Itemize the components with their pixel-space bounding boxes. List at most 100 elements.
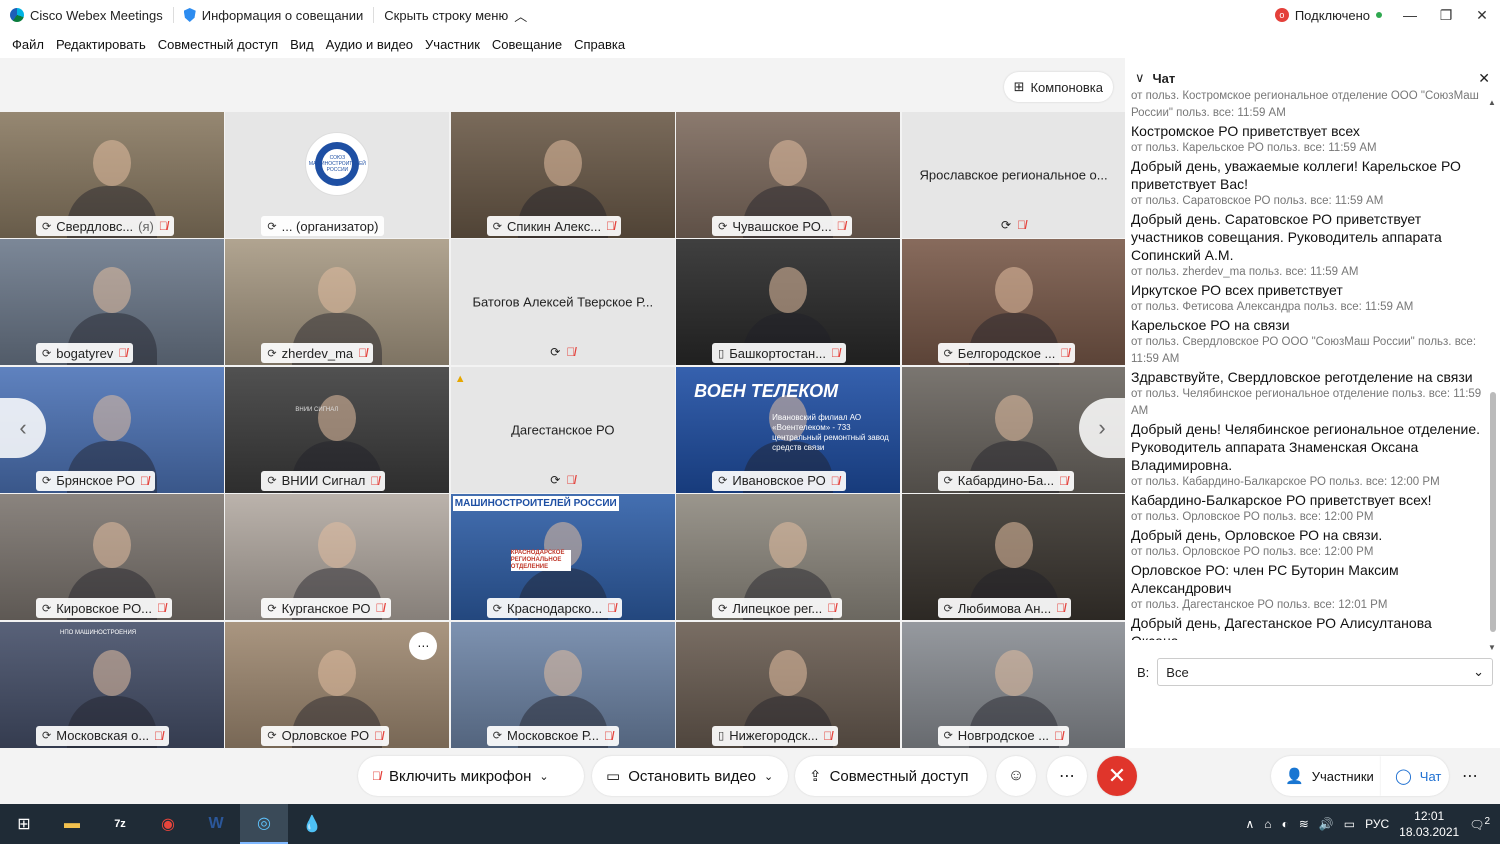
video-tile[interactable]: ⟳ Московское Р... 🎙̸ bbox=[450, 621, 675, 748]
connection-status[interactable]: o Подключено bbox=[1265, 0, 1392, 30]
layout-button[interactable]: ⊞ Компоновка bbox=[1003, 72, 1113, 102]
windows-start-icon[interactable]: ⊞ bbox=[0, 804, 48, 844]
participant-name: Белгородское ... bbox=[957, 345, 1056, 361]
participant-name: ... (организатор) bbox=[281, 218, 379, 234]
participant-nameplate: ⟳ Любимова Ан... 🎙̸ bbox=[937, 598, 1072, 619]
scroll-thumb[interactable] bbox=[1490, 392, 1496, 632]
mic-muted-icon: 🎙̸ bbox=[372, 769, 381, 783]
tray-wifi-icon[interactable]: ≋ bbox=[1299, 817, 1309, 831]
participants-button[interactable]: 👤 Участники bbox=[1271, 756, 1381, 796]
participant-silhouette bbox=[318, 394, 357, 441]
participant-name: Кировское РО... bbox=[56, 600, 153, 616]
7zip-icon[interactable]: 7z bbox=[96, 804, 144, 844]
more-options-button[interactable]: ⋯ bbox=[1047, 756, 1087, 796]
unmute-button[interactable]: 🎙̸ Включить микрофон ⌄ bbox=[358, 756, 584, 796]
menu-help[interactable]: Справка bbox=[568, 37, 631, 52]
scroll-up-icon[interactable]: ▲ bbox=[1488, 98, 1496, 107]
chevron-down-icon[interactable]: ⌄ bbox=[539, 770, 548, 783]
video-tile[interactable]: ⟳ Белгородское ... 🎙̸ bbox=[901, 239, 1126, 366]
video-tile[interactable]: ⟳ Спикин Алекс... 🎙̸ bbox=[450, 112, 675, 238]
recipient-select[interactable]: Все ⌄ bbox=[1157, 658, 1493, 686]
tray-globe-icon[interactable]: ◐ bbox=[1282, 817, 1289, 831]
audio-sync-icon: ⟳ bbox=[492, 602, 502, 615]
video-tile[interactable]: ⟳ bogatyrev 🎙̸ bbox=[0, 239, 224, 366]
panel-more-button[interactable]: ⋯ bbox=[1450, 756, 1490, 796]
chat-scrollbar[interactable]: ▲ ▼ bbox=[1488, 98, 1498, 652]
participant-name: Кабардино-Ба... bbox=[957, 473, 1055, 489]
audio-sync-icon: ⟳ bbox=[943, 602, 953, 615]
video-tile[interactable]: ⟳ Курганское РО 🎙̸ bbox=[225, 494, 450, 621]
participant-name: bogatyrev bbox=[56, 345, 114, 361]
webex-taskbar-icon[interactable]: ◎ bbox=[240, 804, 288, 844]
participant-silhouette bbox=[769, 140, 808, 186]
chat-toggle-button[interactable]: ◯ Чат bbox=[1381, 756, 1449, 796]
video-tile[interactable]: ⟳ Свердловс... (я) 🎙̸ bbox=[0, 112, 224, 238]
chevron-up-icon: ︿ bbox=[514, 8, 528, 24]
chrome-icon[interactable]: ◉ bbox=[144, 804, 192, 844]
participant-status-icons: ⟳ 🎙̸ bbox=[550, 345, 575, 359]
meeting-info-button[interactable]: Информация о совещании bbox=[174, 0, 374, 30]
video-tile[interactable]: ⟳ zherdev_ma 🎙̸ bbox=[225, 239, 450, 366]
tray-display-icon[interactable]: ▭ bbox=[1344, 817, 1355, 831]
video-tile[interactable]: ⟳ Орловское РО 🎙̸ ⋯ bbox=[225, 621, 450, 748]
drop-app-icon[interactable]: 💧 bbox=[288, 804, 336, 844]
scroll-down-icon[interactable]: ▼ bbox=[1488, 643, 1496, 652]
notifications-icon[interactable]: 🗨2 bbox=[1469, 816, 1490, 832]
close-window-button[interactable]: ✕ bbox=[1464, 0, 1500, 30]
chat-message-text: Добрый день, Дагестанское РО Алисултанов… bbox=[1131, 615, 1432, 640]
menu-edit[interactable]: Редактировать bbox=[50, 37, 152, 52]
minimize-button[interactable]: — bbox=[1392, 0, 1428, 30]
mic-muted-icon: 🎙̸ bbox=[118, 346, 128, 361]
participant-name: Новгродское ... bbox=[957, 728, 1050, 744]
title-bar: Cisco Webex Meetings Информация о совеща… bbox=[0, 0, 1500, 30]
chevron-down-icon[interactable]: ⌄ bbox=[764, 770, 773, 783]
menu-file[interactable]: Файл bbox=[6, 37, 50, 52]
video-tile[interactable]: ⟳ Краснодарско... 🎙̸ МАШИНОСТРОИТЕЛЕЙ РОССИ… bbox=[450, 494, 675, 621]
video-tile[interactable]: ⟳ Московская о... 🎙̸ НПО МАШИНОСТРОЕНИЯ bbox=[0, 621, 224, 748]
share-button[interactable]: ⇪ Совместный доступ bbox=[795, 756, 987, 796]
video-tile[interactable]: ▯ Башкортостан... 🎙̸ bbox=[676, 239, 901, 366]
restore-button[interactable]: ❐ bbox=[1428, 0, 1464, 30]
tray-chevron-up-icon[interactable]: ∧ bbox=[1245, 817, 1254, 831]
video-tile[interactable]: ▯ Нижегородск... 🎙̸ bbox=[676, 621, 901, 748]
language-indicator[interactable]: РУС bbox=[1365, 817, 1389, 831]
tray-volume-icon[interactable]: 🔊 bbox=[1319, 817, 1334, 831]
menu-audio-video[interactable]: Аудио и видео bbox=[320, 37, 419, 52]
word-icon[interactable]: W bbox=[192, 804, 240, 844]
video-tile[interactable]: ⟳ Новгродское ... 🎙̸ bbox=[901, 621, 1126, 748]
reactions-button[interactable]: ☺ bbox=[996, 756, 1036, 796]
close-chat-button[interactable]: ✕ bbox=[1478, 70, 1490, 87]
chat-input[interactable] bbox=[1137, 692, 1493, 742]
menu-participant[interactable]: Участник bbox=[419, 37, 486, 52]
chat-message-text: Карельское РО на связи bbox=[1131, 317, 1290, 333]
video-tile[interactable]: ⟳ ВНИИ Сигнал 🎙̸ ВНИИ СИГНАЛ bbox=[225, 366, 450, 493]
video-tile[interactable]: ⟳ Ивановское РО 🎙̸ ВОЕН ТЕЛЕКОМ Ивановский ф… bbox=[676, 366, 901, 493]
hide-menu-button[interactable]: Скрыть строку меню ︿ bbox=[374, 0, 537, 30]
video-tile[interactable]: ⟳ Кировское РО... 🎙̸ bbox=[0, 494, 224, 621]
file-explorer-icon[interactable]: ▬ bbox=[48, 804, 96, 844]
tile-more-button[interactable]: ⋯ bbox=[409, 631, 438, 660]
menu-view[interactable]: Вид bbox=[284, 37, 320, 52]
shield-icon bbox=[183, 8, 196, 22]
participant-nameplate: ⟳ Свердловс... (я) 🎙̸ bbox=[36, 216, 174, 236]
menu-meeting[interactable]: Совещание bbox=[486, 37, 568, 52]
participant-nameplate: ⟳ Краснодарско... 🎙̸ bbox=[486, 598, 623, 619]
clock[interactable]: 12:01 18.03.2021 bbox=[1399, 808, 1459, 840]
video-tile[interactable]: ⟳ Липецкое рег... 🎙̸ bbox=[676, 494, 901, 621]
chat-panel: ∨ Чат ✕ от польз. Костромское региональн… bbox=[1125, 58, 1500, 748]
video-tile[interactable]: ⟳ Любимова Ан... 🎙̸ bbox=[901, 494, 1126, 621]
chevron-down-icon[interactable]: ∨ bbox=[1135, 70, 1145, 86]
video-tile[interactable]: Дагестанское РО ⟳ 🎙̸ ▲ bbox=[450, 366, 675, 493]
participant-nameplate: ⟳ Белгородское ... 🎙̸ bbox=[937, 343, 1076, 364]
menu-share[interactable]: Совместный доступ bbox=[152, 37, 284, 52]
video-tile[interactable]: СОЮЗ МАШИНОСТРОИТЕЛЕЙ РОССИИ ⟳ ... (органи… bbox=[225, 112, 450, 238]
leave-meeting-button[interactable]: ✕ bbox=[1097, 756, 1137, 796]
video-tile[interactable]: ⟳ Чувашское РО... 🎙̸ bbox=[676, 112, 901, 238]
chat-message-meta: от польз. Орловское РО польз. все: 12:00… bbox=[1131, 546, 1374, 558]
stop-video-button[interactable]: ▭ Остановить видео ⌄ bbox=[592, 756, 788, 796]
webex-logo-icon bbox=[10, 8, 24, 22]
video-tile[interactable]: Ярославское региональное о... ⟳ 🎙̸ bbox=[901, 112, 1126, 238]
tray-network-icon[interactable]: ⌂ bbox=[1264, 817, 1271, 831]
video-tile[interactable]: Батогов Алексей Тверское Р... ⟳ 🎙̸ bbox=[450, 239, 675, 366]
audio-sync-icon: ⟳ bbox=[718, 602, 728, 615]
